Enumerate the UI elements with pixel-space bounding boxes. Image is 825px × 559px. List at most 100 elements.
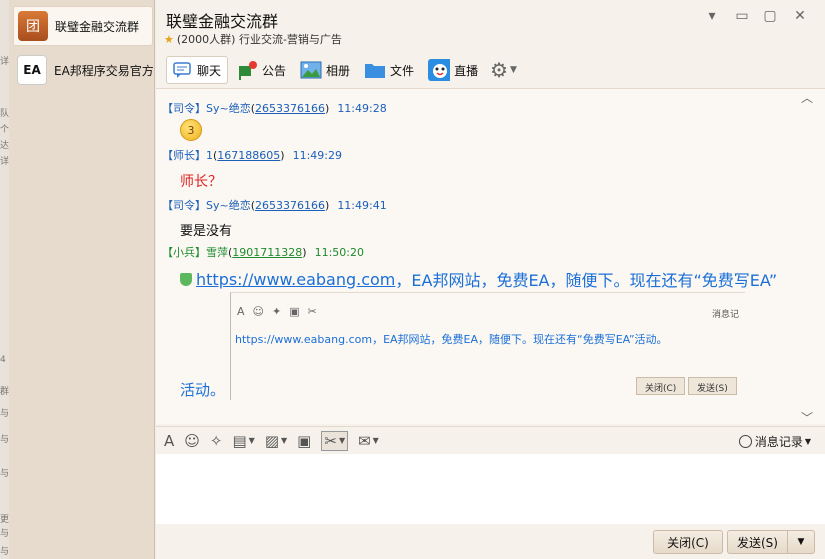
chat-window: 联璧金融交流群 ★ (2000人群) 行业交流-营销与广告 ▾ ▭ ▢ ✕ 聊天… xyxy=(156,0,825,559)
strip-char: 与 xyxy=(0,409,10,419)
member-id-link[interactable]: 2653376166 xyxy=(255,102,325,115)
strip-char: 详 xyxy=(0,157,10,167)
magic-icon: ✦ xyxy=(272,305,282,318)
message-time: 11:50:20 xyxy=(314,246,364,259)
strip-char: 4 xyxy=(0,355,6,365)
message-body: 要是没有 xyxy=(180,224,233,239)
gift-icon: ▣ xyxy=(289,305,300,318)
tab-chat-label: 聊天 xyxy=(197,63,222,78)
message-continuation: 活动。 xyxy=(180,381,226,399)
member-name[interactable]: Sy~绝恋 xyxy=(206,199,251,212)
eabang-link[interactable]: https://www.eabang.com xyxy=(196,270,395,289)
maximize-button[interactable]: ▢ xyxy=(760,8,780,24)
member-rank: 【小兵】 xyxy=(162,246,206,259)
member-rank: 【司令】 xyxy=(162,199,206,212)
red-packet-icon[interactable]: ✉ ▼ xyxy=(358,432,379,450)
strip-char: 与 xyxy=(0,435,10,445)
tab-file[interactable]: 文件 xyxy=(360,56,420,84)
message-time: 11:49:29 xyxy=(292,149,342,162)
member-name[interactable]: 1 xyxy=(206,149,213,162)
embedded-text: https://www.eabang.com，EA邦网站，免费EA，随便下。现在… xyxy=(235,333,668,346)
member-name[interactable]: Sy~绝恋 xyxy=(206,102,251,115)
strip-char: 个 xyxy=(0,125,10,135)
group-avatar: 团 xyxy=(18,11,48,41)
font-icon[interactable]: A xyxy=(164,432,174,450)
message-area[interactable]: ︿ 【司令】Sy~绝恋(2653376166) 11:49:28 3 【师长】1(… xyxy=(156,88,825,426)
conversation-item-ea[interactable]: EA EA邦程序交易官方 xyxy=(13,50,153,90)
send-options-dropdown[interactable]: ▼ xyxy=(787,530,815,554)
message-record-button[interactable]: 消息记录 ▼ xyxy=(738,433,811,450)
group-title: 联璧金融交流群 xyxy=(166,12,279,31)
message-header: 【司令】Sy~绝恋(2653376166) 11:49:28 xyxy=(162,102,387,115)
embedded-send-button: 发送(S) xyxy=(688,377,737,395)
gift-icon[interactable]: ▣ xyxy=(297,432,311,450)
tab-bar: 聊天 公告 相册 文件 直播 ⚙ ▼ xyxy=(166,54,517,86)
message-header: 【师长】1(167188605) 11:49:29 xyxy=(162,149,342,162)
chevron-up-icon[interactable]: ︿ xyxy=(801,89,813,106)
ea-avatar-label: EA xyxy=(23,63,41,77)
image-icon[interactable]: ▨ ▼ xyxy=(265,432,287,450)
folder-icon xyxy=(364,60,386,80)
clock-icon xyxy=(738,435,752,448)
tab-album-label: 相册 xyxy=(326,63,351,78)
tab-live-label: 直播 xyxy=(454,63,479,78)
embedded-record-label: 消息记 xyxy=(711,310,739,320)
message-time: 11:49:28 xyxy=(337,102,387,115)
member-rank: 【师长】 xyxy=(162,149,206,162)
embedded-toolbar: A ☺ ✦ ▣ ✂ xyxy=(237,305,325,318)
emoji-icon[interactable]: ☺ xyxy=(184,432,200,450)
gear-icon[interactable]: ⚙ xyxy=(490,58,508,82)
smiley-icon: ☺ xyxy=(252,305,264,318)
member-id-link[interactable]: 2653376166 xyxy=(255,199,325,212)
message-body: 3 xyxy=(180,119,202,141)
member-id-link[interactable]: 167188605 xyxy=(217,149,280,162)
tab-live[interactable]: 直播 xyxy=(424,56,484,84)
conversation-name: 联璧金融交流群 xyxy=(55,19,140,34)
send-button[interactable]: 发送(S) xyxy=(727,530,787,554)
embedded-screenshot[interactable]: A ☺ ✦ ▣ ✂ 消息记 https://www.eabang.com，EA邦… xyxy=(230,292,745,400)
strip-char: 与 xyxy=(0,469,10,479)
tab-file-label: 文件 xyxy=(390,63,415,78)
live-icon xyxy=(428,59,451,81)
chevron-down-icon[interactable]: ▼ xyxy=(510,65,517,75)
tab-announcement-label: 公告 xyxy=(262,63,287,78)
message-input[interactable] xyxy=(156,454,825,524)
strip-char: 达 xyxy=(0,141,10,151)
member-rank: 【司令】 xyxy=(162,102,206,115)
member-name[interactable]: 雪萍 xyxy=(206,246,228,259)
message-record-label: 消息记录 xyxy=(754,435,803,449)
chevron-down-icon[interactable]: ﹀ xyxy=(801,409,813,426)
strip-char: 与 xyxy=(0,547,10,557)
embedded-close-button: 关闭(C) xyxy=(636,377,686,395)
group-avatar-label: 团 xyxy=(26,19,40,35)
kiss-emoji-icon: 3 xyxy=(180,119,202,141)
message-text: ，EA邦网站，免费EA，随便下。现在还有“免费写EA” xyxy=(395,271,778,290)
close-window-button[interactable]: 关闭(C) xyxy=(653,530,723,554)
minimize-button[interactable]: ▭ xyxy=(732,8,752,24)
title-bar: 联璧金融交流群 ★ (2000人群) 行业交流-营销与广告 ▾ ▭ ▢ ✕ xyxy=(156,0,825,50)
magic-wand-icon[interactable]: ✧ xyxy=(210,432,223,450)
font-icon: A xyxy=(237,305,245,318)
album-icon xyxy=(300,60,322,80)
group-subtitle: ★ (2000人群) 行业交流-营销与广告 xyxy=(164,31,342,47)
ea-avatar: EA xyxy=(17,55,47,85)
member-id-link[interactable]: 1901711328 xyxy=(232,246,302,259)
tab-album[interactable]: 相册 xyxy=(296,56,356,84)
close-button[interactable]: ✕ xyxy=(790,8,810,24)
conversation-item-group[interactable]: 团 联璧金融交流群 xyxy=(13,6,153,46)
dropdown-icon[interactable]: ▾ xyxy=(702,8,722,24)
message-time: 11:49:41 xyxy=(337,199,387,212)
message-header: 【小兵】雪萍(1901711328) 11:50:20 xyxy=(162,246,364,259)
message-body: 师长？ xyxy=(180,174,222,190)
message-body: https://www.eabang.com ，EA邦网站，免费EA，随便下。现在… xyxy=(180,267,777,291)
conversation-list: 团 联璧金融交流群 EA EA邦程序交易官方 xyxy=(9,0,155,559)
shield-icon xyxy=(180,272,192,286)
shake-icon[interactable]: ▤ ▼ xyxy=(232,432,254,450)
input-toolbar: A ☺ ✧ ▤ ▼ ▨ ▼ ▣ ✂ ▼ ✉ ▼ 消息记录 ▼ xyxy=(156,426,825,454)
screenshot-scissors-icon[interactable]: ✂ ▼ xyxy=(321,430,349,451)
strip-char: 群 xyxy=(0,387,10,397)
scissors-icon: ✂ xyxy=(307,305,317,318)
tab-chat[interactable]: 聊天 xyxy=(166,56,229,84)
conversation-name: EA邦程序交易官方 xyxy=(54,63,153,78)
tab-announcement[interactable]: 公告 xyxy=(232,56,292,84)
